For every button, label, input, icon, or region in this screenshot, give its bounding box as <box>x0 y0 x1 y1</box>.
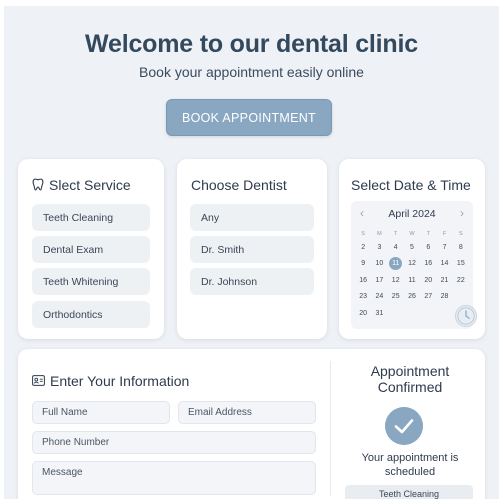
calendar-day[interactable]: 2 <box>355 244 371 251</box>
appointment-summary-chip: Teeth Cleaning <box>345 485 473 499</box>
weekday-label: T <box>394 231 398 237</box>
weekday-label: S <box>361 231 365 237</box>
calendar-day[interactable]: 28 <box>436 293 452 300</box>
weekday-label: F <box>442 231 447 237</box>
calendar-day[interactable]: 12 <box>388 277 404 284</box>
calendar-day[interactable]: 7 <box>436 244 452 251</box>
service-card-title: Slect Service <box>49 177 131 193</box>
calendar-day[interactable]: 5 <box>404 244 420 251</box>
dentist-option[interactable]: Dr. Johnson <box>190 268 314 295</box>
info-card: Enter Your Information Full Name Email A… <box>18 349 485 499</box>
calendar-day[interactable]: 11 <box>404 277 420 284</box>
dentist-card-title: Choose Dentist <box>191 177 287 193</box>
calendar-day[interactable]: 12 <box>404 260 420 267</box>
service-card: Slect Service Teeth Cleaning Dental Exam… <box>18 159 164 339</box>
calendar-day[interactable]: 17 <box>371 277 387 284</box>
service-option[interactable]: Dental Exam <box>32 236 150 263</box>
phone-field[interactable]: Phone Number <box>32 431 316 454</box>
calendar-day[interactable]: 4 <box>388 244 404 251</box>
calendar-day[interactable]: 10 <box>371 260 387 267</box>
service-option[interactable]: Teeth Whitening <box>32 268 150 295</box>
weekday-label: W <box>409 231 415 237</box>
confirmation-message: Your appointment is scheduled <box>361 452 459 478</box>
calendar-day[interactable]: 14 <box>436 260 452 267</box>
calendar-grid: S M T W T F S 2 3 4 5 6 7 8 9 10 11 12 16 14 15 16 17 12 11 20 21 2… <box>355 229 469 322</box>
service-option[interactable]: Orthodontics <box>32 301 150 328</box>
calendar: ‹ April 2024 › S M T W T F S 2 3 4 5 6 7 8 9 10 11 12 16 14… <box>351 201 473 329</box>
email-field[interactable]: Email Address <box>178 401 316 424</box>
calendar-day[interactable]: 20 <box>355 310 371 317</box>
next-month-button[interactable]: › <box>460 206 464 220</box>
calendar-day[interactable]: 15 <box>453 260 469 267</box>
section-divider <box>330 361 331 496</box>
calendar-month: April 2024 <box>388 208 436 220</box>
selected-day[interactable]: 11 <box>389 257 403 271</box>
page-subtitle: Book your appointment easily online <box>139 64 364 80</box>
calendar-day[interactable]: 27 <box>420 293 436 300</box>
calendar-day[interactable]: 20 <box>420 277 436 284</box>
calendar-day[interactable]: 16 <box>355 277 371 284</box>
confirmation-title: Appointment Confirmed <box>370 363 450 395</box>
datetime-card: Select Date & Time ‹ April 2024 › SMTWTF… <box>339 159 485 339</box>
weekday-label: M <box>377 231 382 237</box>
dentist-option[interactable]: Dr. Smith <box>190 236 314 263</box>
weekday-label: S <box>458 231 463 237</box>
book-appointment-button[interactable]: BOOK APPOINTMENT <box>166 99 332 136</box>
full-name-field[interactable]: Full Name <box>32 401 170 424</box>
page-title: Welcome to our dental clinic <box>85 30 418 58</box>
calendar-day[interactable]: 16 <box>420 260 436 267</box>
tooth-icon <box>32 178 44 191</box>
dentist-option[interactable]: Any <box>190 204 314 231</box>
calendar-day[interactable]: 8 <box>453 244 469 251</box>
clock-icon[interactable] <box>455 305 477 327</box>
id-card-icon <box>32 375 45 386</box>
calendar-day[interactable]: 6 <box>420 244 436 251</box>
calendar-day[interactable]: 23 <box>355 293 371 300</box>
weekday-label: T <box>426 231 430 237</box>
dentist-card: Choose Dentist Any Dr. Smith Dr. Johnson <box>177 159 327 339</box>
calendar-day[interactable]: 26 <box>404 293 420 300</box>
calendar-day[interactable]: 3 <box>371 244 387 251</box>
message-field[interactable]: Message <box>32 461 316 495</box>
datetime-card-title: Select Date & Time <box>351 177 471 193</box>
calendar-day[interactable]: 21 <box>436 277 452 284</box>
page: Welcome to our dental clinic Book your a… <box>4 6 499 499</box>
calendar-day[interactable]: 11 <box>388 257 404 271</box>
calendar-day[interactable]: 25 <box>388 293 404 300</box>
calendar-day[interactable]: 9 <box>355 260 371 267</box>
calendar-day[interactable]: 31 <box>371 310 387 317</box>
service-option[interactable]: Teeth Cleaning <box>32 204 150 231</box>
info-card-title: Enter Your Information <box>50 373 190 389</box>
calendar-day[interactable]: 22 <box>453 277 469 284</box>
check-icon <box>385 407 423 445</box>
calendar-day[interactable]: 24 <box>371 293 387 300</box>
